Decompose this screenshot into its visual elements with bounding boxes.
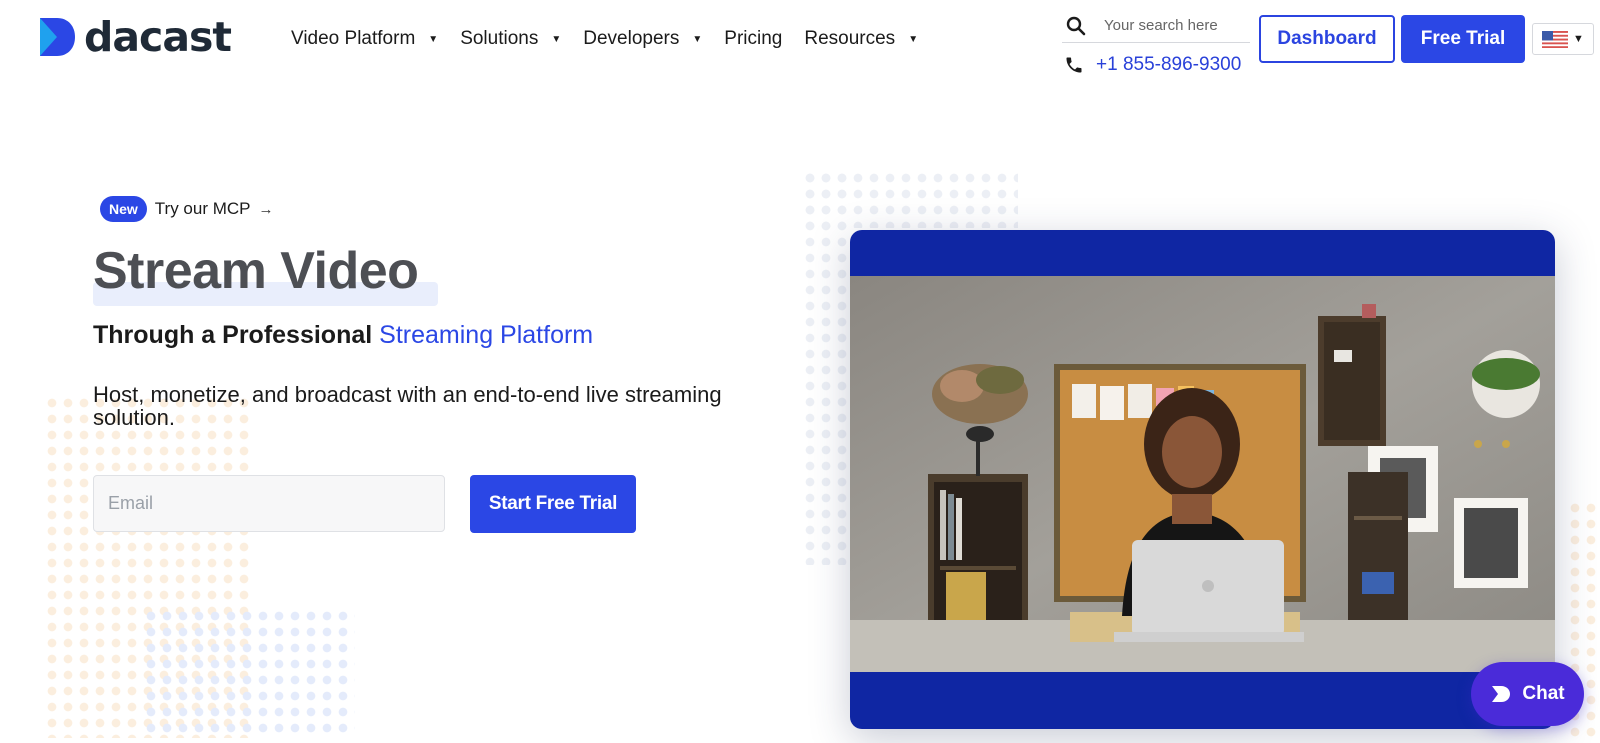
phone-contact[interactable]: +1 855-896-9300 <box>1064 54 1241 76</box>
chat-button[interactable]: Chat <box>1471 662 1584 726</box>
nav-label: Developers <box>583 28 680 49</box>
nav-label: Solutions <box>460 28 539 49</box>
hero-title: Stream Video <box>93 242 419 300</box>
search-icon[interactable] <box>1066 16 1086 36</box>
mcp-announcement[interactable]: New Try our MCP → <box>100 196 274 222</box>
caret-down-icon: ▼ <box>551 33 562 45</box>
search-box <box>1062 9 1250 43</box>
nav-label: Resources <box>804 28 896 49</box>
video-player[interactable] <box>850 230 1555 729</box>
arrow-right-icon: → <box>258 200 274 218</box>
us-flag-icon <box>1542 30 1569 48</box>
search-input[interactable] <box>1104 17 1244 34</box>
dacast-logo-mark-icon <box>40 18 75 56</box>
logo-wordmark: dacast <box>84 12 232 61</box>
phone-icon <box>1066 57 1082 73</box>
main-nav: Video Platform ▼ Solutions ▼ Developers … <box>291 28 940 50</box>
dacast-logo[interactable]: dacast <box>38 12 232 61</box>
free-trial-button[interactable]: Free Trial <box>1401 15 1525 63</box>
video-scene-image <box>850 276 1555 672</box>
video-thumbnail[interactable] <box>850 276 1555 672</box>
nav-label: Video Platform <box>291 28 416 49</box>
caret-down-icon: ▼ <box>428 33 439 45</box>
announcement-text[interactable]: Try our MCP <box>155 199 251 219</box>
nav-item-video-platform[interactable]: Video Platform ▼ <box>291 28 438 50</box>
new-badge: New <box>100 196 147 222</box>
nav-label: Pricing <box>724 28 783 49</box>
dacast-chat-icon <box>1492 686 1511 702</box>
decorative-dots <box>143 608 355 738</box>
nav-item-solutions[interactable]: Solutions ▼ <box>460 28 561 50</box>
subtitle-accent: Streaming Platform <box>379 321 594 349</box>
phone-number[interactable]: +1 855-896-9300 <box>1096 54 1241 76</box>
caret-down-icon: ▼ <box>1573 33 1584 45</box>
nav-item-developers[interactable]: Developers ▼ <box>583 28 702 50</box>
email-field[interactable] <box>93 475 445 532</box>
hero-subtitle: Through a Professional Streaming Platfor… <box>93 321 593 350</box>
subtitle-prefix: Through a Professional <box>93 321 380 349</box>
hero-description: Host, monetize, and broadcast with an en… <box>93 382 722 430</box>
caret-down-icon: ▼ <box>692 33 703 45</box>
language-selector[interactable]: ▼ <box>1532 23 1594 55</box>
caret-down-icon: ▼ <box>908 33 919 45</box>
start-free-trial-button[interactable]: Start Free Trial <box>470 475 636 533</box>
nav-item-resources[interactable]: Resources ▼ <box>804 28 918 50</box>
dashboard-button[interactable]: Dashboard <box>1259 15 1395 63</box>
decorative-dots <box>802 170 850 565</box>
chat-label: Chat <box>1522 683 1565 704</box>
nav-item-pricing[interactable]: Pricing <box>724 28 782 50</box>
